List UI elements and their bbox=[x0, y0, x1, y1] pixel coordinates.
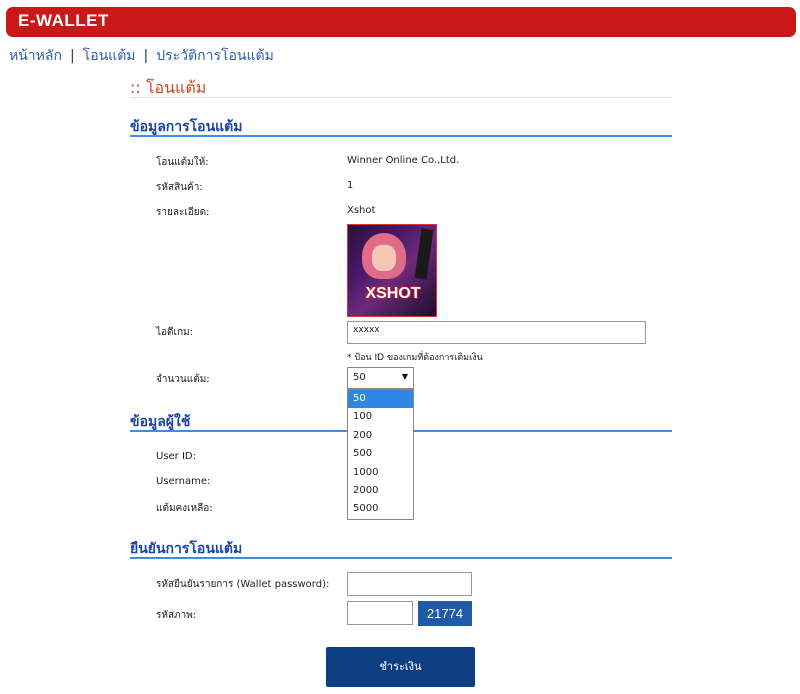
amount-option[interactable]: 5000 bbox=[348, 500, 413, 518]
detail-label: รายละเอียด: bbox=[156, 207, 210, 218]
section-divider bbox=[130, 135, 672, 137]
dropdown-arrow-icon[interactable]: ▼ bbox=[402, 372, 408, 381]
game-id-hint: * ป้อน ID ของเกมที่ต้องการเติมเงิน bbox=[347, 353, 483, 363]
nav-history-link[interactable]: ประวัติการโอนแต้ม bbox=[156, 48, 274, 64]
amount-dropdown-list[interactable]: 50 100 200 500 1000 2000 5000 bbox=[347, 389, 414, 520]
game-id-label: ไอดีเกม: bbox=[156, 327, 193, 338]
nav-separator: | bbox=[143, 48, 149, 64]
amount-label: จำนวนแต้ม: bbox=[156, 374, 210, 385]
header-bar: E-WALLET bbox=[6, 7, 796, 37]
amount-option[interactable]: 200 bbox=[348, 427, 413, 445]
title-divider bbox=[130, 97, 672, 98]
captcha-image: 21774 bbox=[418, 601, 472, 626]
username-label: Username: bbox=[156, 476, 211, 487]
amount-option[interactable]: 1000 bbox=[348, 464, 413, 482]
userid-label: User ID: bbox=[156, 451, 196, 462]
nav-transfer-link[interactable]: โอนแต้ม bbox=[83, 48, 136, 64]
pay-button[interactable]: ชำระเงิน bbox=[326, 647, 475, 687]
game-logo: XSHOT bbox=[365, 285, 421, 302]
product-code-label: รหัสสินค้า: bbox=[156, 182, 203, 193]
transfer-to-label: โอนแต้มให้: bbox=[156, 157, 209, 168]
amount-option[interactable]: 500 bbox=[348, 445, 413, 463]
balance-label: แต้มคงเหลือ: bbox=[156, 503, 213, 514]
amount-option[interactable]: 50 bbox=[348, 390, 413, 409]
amount-select[interactable]: 50 ▼ bbox=[347, 367, 414, 389]
detail-value: Xshot bbox=[347, 205, 376, 216]
wallet-password-label: รหัสยืนยันรายการ (Wallet password): bbox=[156, 579, 330, 590]
amount-selected-value: 50 bbox=[353, 372, 366, 383]
game-id-input[interactable]: xxxxx bbox=[347, 321, 646, 344]
amount-option[interactable]: 100 bbox=[348, 408, 413, 426]
nav-separator: | bbox=[69, 48, 75, 64]
captcha-input[interactable] bbox=[347, 601, 413, 625]
product-code-value: 1 bbox=[347, 180, 354, 191]
nav-home-link[interactable]: หน้าหลัก bbox=[9, 48, 62, 64]
amount-option[interactable]: 2000 bbox=[348, 482, 413, 500]
captcha-label: รหัสภาพ: bbox=[156, 610, 197, 621]
character-gun bbox=[414, 228, 434, 280]
character-face bbox=[372, 245, 396, 271]
brand-logo: E-WALLET bbox=[18, 11, 109, 30]
section-divider bbox=[130, 557, 672, 559]
game-cover-image: XSHOT bbox=[347, 224, 437, 317]
transfer-to-value: Winner Online Co.,Ltd. bbox=[347, 155, 460, 166]
breadcrumb: หน้าหลัก | โอนแต้ม | ประวัติการโอนแต้ม bbox=[9, 45, 274, 67]
wallet-password-input[interactable] bbox=[347, 572, 472, 596]
